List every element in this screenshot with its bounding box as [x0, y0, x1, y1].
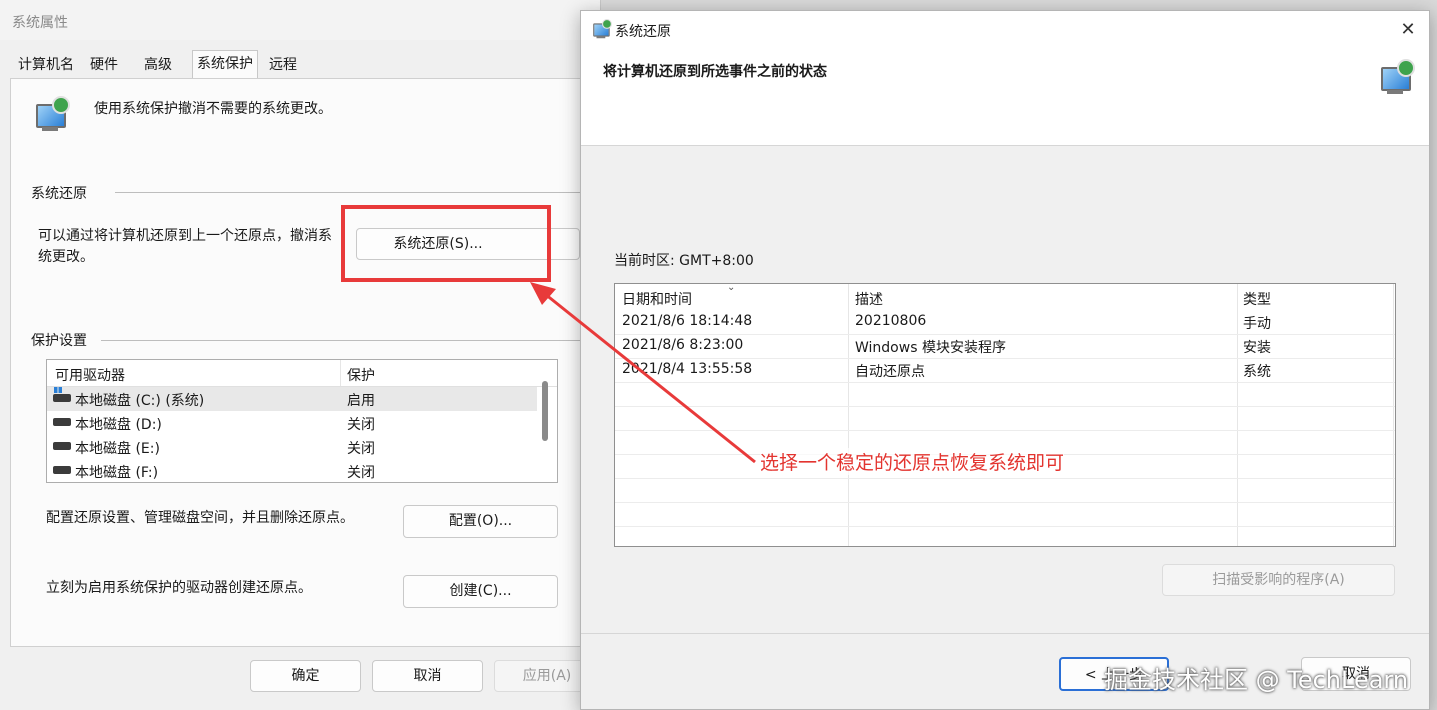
annotation-arrow — [530, 282, 756, 464]
annotation-text: 选择一个稳定的还原点恢复系统即可 — [760, 448, 1065, 475]
watermark: 掘金技术社区 @ TechLearn — [1104, 666, 1409, 694]
